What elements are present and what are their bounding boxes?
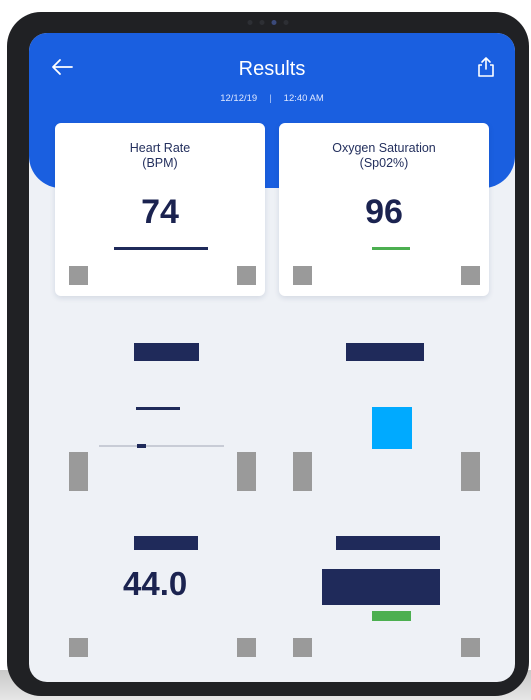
middle-right-control-1[interactable] xyxy=(293,452,312,491)
datetime-separator: | xyxy=(269,93,272,104)
middle-left-control-2[interactable] xyxy=(237,452,256,491)
metric-title-placeholder-left xyxy=(134,343,199,361)
heart-rate-left-control[interactable] xyxy=(69,266,88,285)
heart-rate-card: Heart Rate (BPM) 74 xyxy=(55,123,265,296)
oxygen-value: 96 xyxy=(365,193,403,231)
bottom-right-value-placeholder xyxy=(322,569,440,605)
heart-rate-indicator-bar xyxy=(114,247,208,250)
heart-rate-label-line1: Heart Rate xyxy=(129,141,191,155)
share-icon[interactable] xyxy=(475,55,497,79)
page-title: Results xyxy=(238,58,306,80)
bottom-left-value: 44.0 xyxy=(123,565,188,602)
app-screen: Results 12/12/19 | 12:40 AM Heart Rate (BP… xyxy=(29,33,515,682)
result-time: 12:40 AM xyxy=(283,93,324,104)
bottom-left-control-2[interactable] xyxy=(237,638,256,657)
oxygen-saturation-card: Oxygen Saturation (Sp02%) 96 xyxy=(279,123,489,296)
metric-title-placeholder-right xyxy=(346,343,424,361)
heart-rate-label-line2: (BPM) xyxy=(142,156,178,170)
oxygen-left-control[interactable] xyxy=(293,266,312,285)
metric-title-placeholder-bottom-right xyxy=(336,536,440,550)
oxygen-right-control[interactable] xyxy=(461,266,480,285)
middle-left-control-1[interactable] xyxy=(69,452,88,491)
heart-rate-label: Heart Rate (BPM) xyxy=(55,141,265,171)
result-datetime: 12/12/19 | 12:40 AM xyxy=(29,93,515,104)
metric-title-placeholder-bottom-left xyxy=(134,536,198,550)
metric-scale-track xyxy=(99,445,224,447)
oxygen-label-line2: (Sp02%) xyxy=(359,156,409,170)
camera-cluster xyxy=(247,20,289,25)
result-date: 12/12/19 xyxy=(220,93,258,104)
oxygen-label: Oxygen Saturation (Sp02%) xyxy=(279,141,489,171)
bottom-right-green-bar xyxy=(372,611,411,621)
heart-rate-right-control[interactable] xyxy=(237,266,256,285)
metric-line-placeholder xyxy=(136,407,180,410)
oxygen-label-line1: Oxygen Saturation xyxy=(332,141,436,155)
tablet-frame: Results 12/12/19 | 12:40 AM Heart Rate (BP… xyxy=(7,12,529,696)
oxygen-indicator-bar xyxy=(372,247,410,250)
bottom-right-control-1[interactable] xyxy=(293,638,312,657)
bottom-left-control-1[interactable] xyxy=(69,638,88,657)
middle-right-control-2[interactable] xyxy=(461,452,480,491)
bottom-right-control-2[interactable] xyxy=(461,638,480,657)
metric-cyan-block xyxy=(372,407,412,449)
heart-rate-value: 74 xyxy=(141,193,179,231)
metric-scale-marker xyxy=(137,444,146,448)
